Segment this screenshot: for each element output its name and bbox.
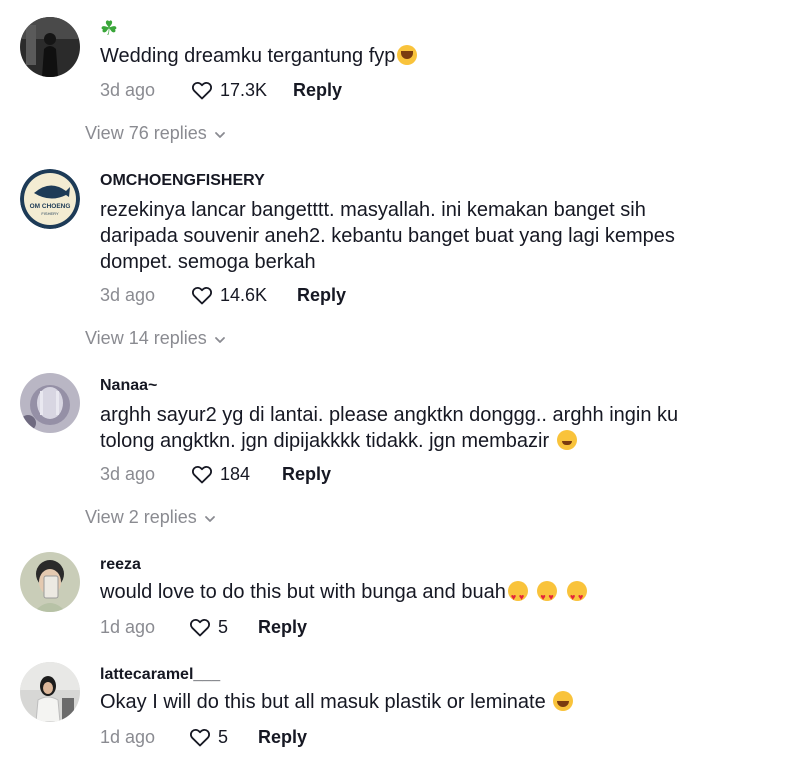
username[interactable]: OMCHOENGFISHERY [100, 172, 265, 190]
timestamp: 1d ago [100, 617, 156, 637]
like-count: 14.6K [220, 284, 268, 305]
logo-text: OM CHOENG [30, 203, 71, 210]
timestamp: 3d ago [100, 464, 156, 484]
view-replies-button[interactable]: View 2 replies [85, 507, 217, 528]
comment-text-content: rezekinya lancar bangetttt. masyallah. i… [100, 199, 675, 273]
logo-subtext: FISHERY [41, 211, 59, 216]
view-replies-button[interactable]: View 76 replies [85, 123, 227, 144]
heart-outline-icon [192, 286, 212, 305]
avatar[interactable] [20, 373, 80, 433]
comment-text: rezekinya lancar bangetttt. masyallah. i… [100, 197, 720, 275]
like-count: 5 [218, 616, 229, 637]
timestamp: 1d ago [100, 727, 156, 747]
view-replies-label: View 14 replies [85, 328, 207, 348]
like-button[interactable]: 17.3K [190, 78, 267, 102]
timestamp: 3d ago [100, 80, 156, 100]
avatar[interactable] [20, 662, 80, 722]
like-count: 184 [220, 463, 251, 484]
view-replies-button[interactable]: View 14 replies [85, 328, 227, 349]
view-replies-label: View 2 replies [85, 507, 197, 527]
heart-eyes-emoji-icon [507, 581, 528, 610]
like-count: 17.3K [220, 79, 268, 100]
comment-text-content: Wedding dreamku tergantung fyp [100, 45, 396, 67]
like-button[interactable]: 5 [188, 725, 228, 749]
like-button[interactable]: 14.6K [190, 283, 267, 307]
comment-text-content: arghh sayur2 yg di lantai. please angktk… [100, 404, 679, 452]
person-photo-avatar [20, 17, 80, 77]
reply-button[interactable]: Reply [297, 285, 346, 306]
reply-button[interactable]: Reply [293, 80, 342, 101]
cat-photo-avatar [20, 373, 80, 433]
laughing-face-emoji-icon [553, 691, 574, 711]
username[interactable]: reeza [100, 556, 141, 574]
chevron-down-icon [204, 515, 215, 522]
like-button[interactable]: 184 [190, 462, 250, 486]
like-count: 5 [218, 726, 229, 747]
username[interactable]: Nanaa~ [100, 377, 157, 395]
heart-outline-icon [190, 728, 210, 747]
comment-text: would love to do this but with bunga and… [100, 579, 740, 610]
chevron-down-icon [214, 131, 225, 138]
comment-text-content: Okay I will do this but all masuk plasti… [100, 691, 546, 713]
username[interactable]: ☘ [100, 16, 118, 41]
selfie-photo-avatar [20, 552, 80, 612]
reply-button[interactable]: Reply [282, 464, 331, 485]
heart-eyes-emoji-icon [566, 581, 587, 610]
like-button[interactable]: 5 [188, 615, 228, 639]
person-photo-avatar [20, 662, 80, 722]
avatar[interactable] [20, 552, 80, 612]
chevron-down-icon [214, 336, 225, 343]
heart-outline-icon [192, 81, 212, 100]
reply-button[interactable]: Reply [258, 727, 307, 748]
heart-outline-icon [190, 618, 210, 637]
view-replies-label: View 76 replies [85, 123, 207, 143]
comment-text-content: would love to do this but with bunga and… [100, 581, 506, 603]
comment-text: Okay I will do this but all masuk plasti… [100, 689, 740, 715]
comment-text: Wedding dreamku tergantung fyp [100, 43, 740, 69]
sweat-smile-emoji-icon [556, 430, 577, 450]
fishery-logo-avatar: OM CHOENG FISHERY [20, 169, 80, 229]
reply-button[interactable]: Reply [258, 617, 307, 638]
avatar[interactable]: OM CHOENG FISHERY [20, 169, 80, 229]
username[interactable]: lattecaramel___ [100, 666, 220, 684]
timestamp: 3d ago [100, 285, 156, 305]
avatar[interactable] [20, 17, 80, 77]
heart-eyes-emoji-icon [537, 581, 558, 610]
crying-face-emoji-icon [397, 45, 418, 65]
comment-text: arghh sayur2 yg di lantai. please angktk… [100, 402, 720, 454]
heart-outline-icon [192, 465, 212, 484]
